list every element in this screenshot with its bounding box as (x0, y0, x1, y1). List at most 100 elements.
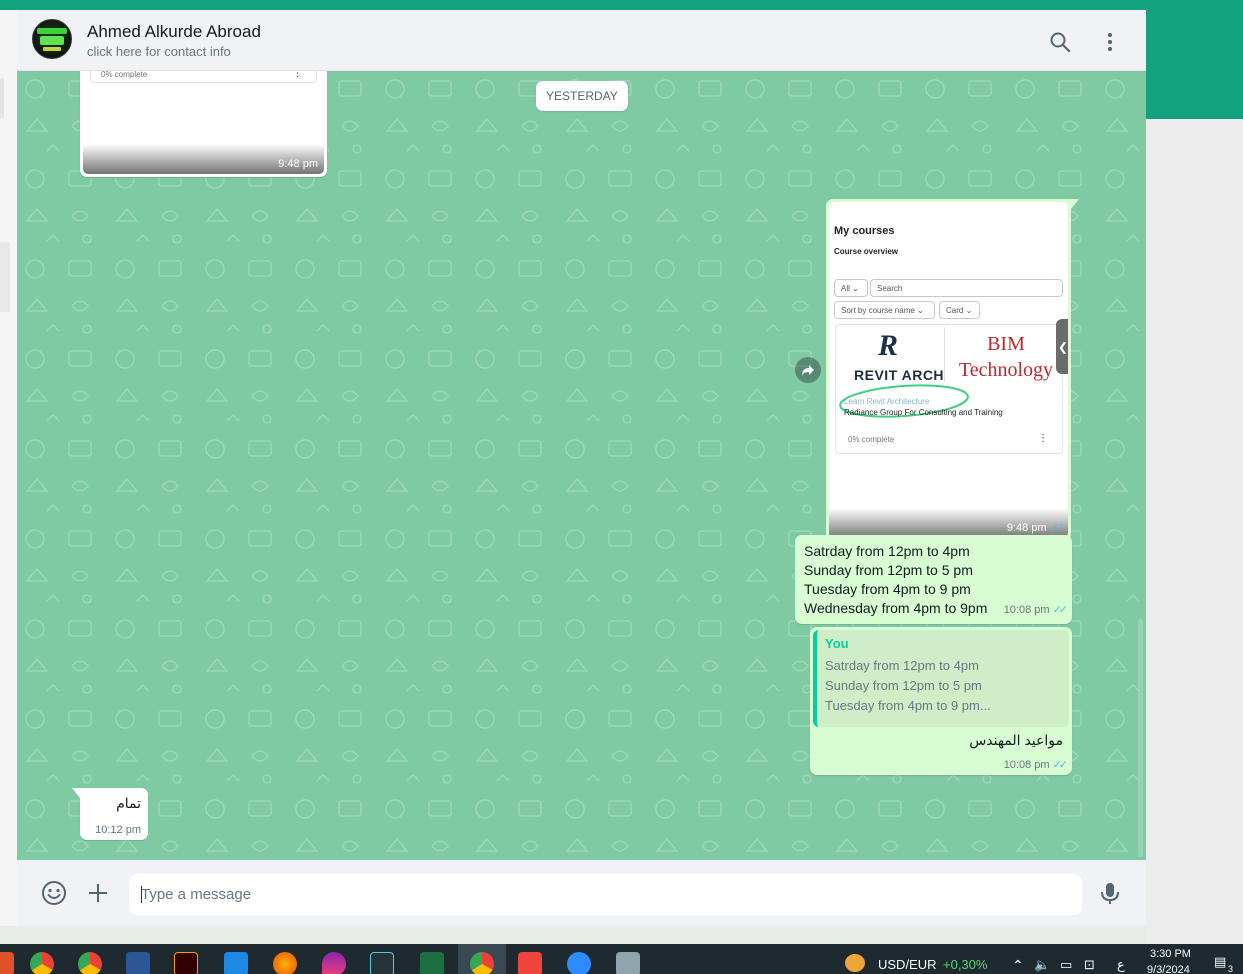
sort-label: Sort by course name (841, 305, 915, 315)
message-list[interactable]: YESTERDAY 0% complete ⋮ 9:48 pm My cours… (17, 71, 1146, 860)
notification-icon[interactable]: ▤ (1214, 954, 1226, 970)
firefox-icon[interactable] (273, 952, 297, 974)
text-caret (141, 886, 142, 903)
windows-taskbar: USD/EUR +0,30% ⌃ 🔈 ▭ ⊡ ع 3:30 PM 9/3/202… (0, 944, 1243, 974)
sort-select: Sort by course name ⌄ (834, 301, 935, 319)
more-icon: ⋮ (1038, 433, 1048, 444)
course-provider: Radiance Group For Consulting and Traini… (844, 408, 1003, 417)
language-indicator[interactable]: ع (1117, 957, 1125, 973)
bim-logo-text: BIM Technology (951, 331, 1061, 383)
read-ticks-icon: ✓✓ (1052, 759, 1069, 771)
view-label: Card (946, 305, 964, 315)
side-drawer-handle: ❮ (1056, 319, 1068, 374)
quote-author: You (825, 636, 849, 651)
clock-date[interactable]: 9/3/2024 (1147, 964, 1190, 974)
quote-line: Satrday from 12pm to 4pm (825, 658, 979, 673)
message-line: Tuesday from 4pm to 9 pm (804, 581, 971, 597)
clock-time[interactable]: 3:30 PM (1150, 948, 1191, 960)
network-icon[interactable]: ⊡ (1084, 957, 1095, 973)
filter-select: All ⌄ (834, 279, 868, 297)
chevron-up-icon[interactable]: ⌃ (1012, 957, 1024, 974)
whatsapp-chat-window: Ahmed Alkurde Abroad click here for cont… (17, 10, 1146, 926)
drop-icon[interactable] (322, 952, 346, 974)
message-composer (17, 860, 1146, 926)
currency-change[interactable]: +0,30% (943, 957, 987, 972)
view-select: Card ⌄ (939, 301, 980, 319)
forward-icon[interactable] (795, 357, 821, 383)
chat-scrollbar[interactable] (1138, 619, 1143, 857)
menu-icon[interactable] (1098, 30, 1122, 54)
message-text: مواعيد المهندس (969, 732, 1063, 748)
illustrator-icon[interactable] (174, 952, 198, 974)
left-panel-edge (0, 10, 17, 926)
volume-icon[interactable]: 🔈 (1034, 957, 1050, 973)
left-panel-stub (0, 242, 10, 312)
read-ticks-icon: ✓✓ (1052, 604, 1069, 616)
message-time: 10:08 pm (1003, 604, 1050, 616)
contact-info-link[interactable]: click here for contact info (87, 44, 231, 59)
course-search: Search (870, 279, 1063, 297)
avatar-logo-line (37, 27, 67, 34)
more-icon: ⋮ (293, 71, 302, 78)
chat-header[interactable]: Ahmed Alkurde Abroad click here for cont… (17, 10, 1146, 71)
message-time: 10:08 pm (1003, 758, 1050, 771)
outgoing-reply-message[interactable]: You Satrday from 12pm to 4pm Sunday from… (810, 627, 1072, 775)
left-panel-stub (0, 78, 4, 118)
quoted-message[interactable]: You Satrday from 12pm to 4pm Sunday from… (813, 630, 1069, 727)
course-card: R REVIT ARCH BIM Technology Learn Revit … (835, 324, 1063, 454)
search-icon[interactable] (1048, 30, 1072, 54)
contact-name[interactable]: Ahmed Alkurde Abroad (87, 22, 261, 42)
courses-title: My courses (834, 225, 895, 237)
microphone-icon[interactable] (1096, 879, 1124, 907)
currency-pair[interactable]: USD/EUR (878, 957, 937, 972)
attach-plus-icon[interactable] (84, 879, 112, 907)
media-icon[interactable] (370, 952, 394, 974)
paint-icon[interactable] (224, 952, 248, 974)
avatar-logo-line (43, 46, 61, 51)
progress-text: 0% complete (848, 435, 895, 444)
message-time-status: 10:08 pm ✓✓ (1003, 758, 1069, 772)
chrome-icon[interactable] (30, 952, 54, 974)
message-input[interactable] (129, 874, 1082, 915)
bubble-tail (72, 788, 80, 798)
avatar-logo-line (40, 35, 64, 45)
zoom-icon[interactable] (567, 952, 591, 974)
outgoing-image-message[interactable]: My courses Course overview All ⌄ Search … (826, 199, 1079, 541)
battery-icon[interactable]: ▭ (1060, 957, 1072, 973)
image-preview[interactable]: 0% complete ⋮ 9:48 pm (83, 71, 324, 174)
chrome-profile-icon[interactable] (78, 952, 102, 974)
incoming-image-message[interactable]: 0% complete ⋮ 9:48 pm (80, 71, 327, 177)
chrome-active-icon[interactable] (470, 952, 494, 974)
date-divider: YESTERDAY (536, 81, 628, 111)
message-time: 10:12 pm (95, 824, 141, 836)
course-logo-text: REVIT ARCH (854, 367, 945, 383)
currency-widget-icon[interactable] (845, 954, 865, 972)
message-time-status: 9:48 pm ✓✓ (1006, 521, 1066, 534)
divider (944, 327, 945, 382)
app-icon-partial[interactable] (0, 952, 14, 974)
incoming-text-message[interactable]: تمام 10:12 pm (72, 788, 148, 840)
word-icon[interactable] (126, 952, 150, 974)
filter-label: All (841, 283, 850, 293)
course-category: Learn Revit Architecture (844, 397, 930, 406)
message-time-status: 10:08 pm ✓✓ (1003, 601, 1069, 620)
quote-line: Tuesday from 4pm to 9 pm... (825, 698, 991, 713)
window-top-strip (0, 0, 1243, 10)
outgoing-text-message[interactable]: Satrday from 12pm to 4pm Sunday from 12p… (795, 535, 1072, 624)
image-preview[interactable]: My courses Course overview All ⌄ Search … (829, 202, 1068, 538)
printer-icon[interactable] (616, 952, 640, 974)
quote-line: Sunday from 12pm to 5 pm (825, 678, 982, 693)
background-gray-panel (1146, 119, 1243, 944)
excel-icon[interactable] (420, 952, 444, 974)
courses-subtitle: Course overview (834, 247, 899, 256)
message-line: Satrday from 12pm to 4pm (804, 543, 970, 559)
bim-line: BIM (987, 333, 1025, 355)
anydesk-icon[interactable] (518, 952, 542, 974)
bim-line: Technology (958, 359, 1054, 381)
message-time: 9:48 pm (1006, 522, 1047, 534)
avatar[interactable] (32, 19, 72, 59)
emoji-icon[interactable] (40, 879, 68, 907)
read-ticks-icon: ✓✓ (1049, 522, 1066, 534)
message-line: Sunday from 12pm to 5 pm (804, 562, 973, 578)
message-time: 9:48 pm (278, 158, 318, 170)
